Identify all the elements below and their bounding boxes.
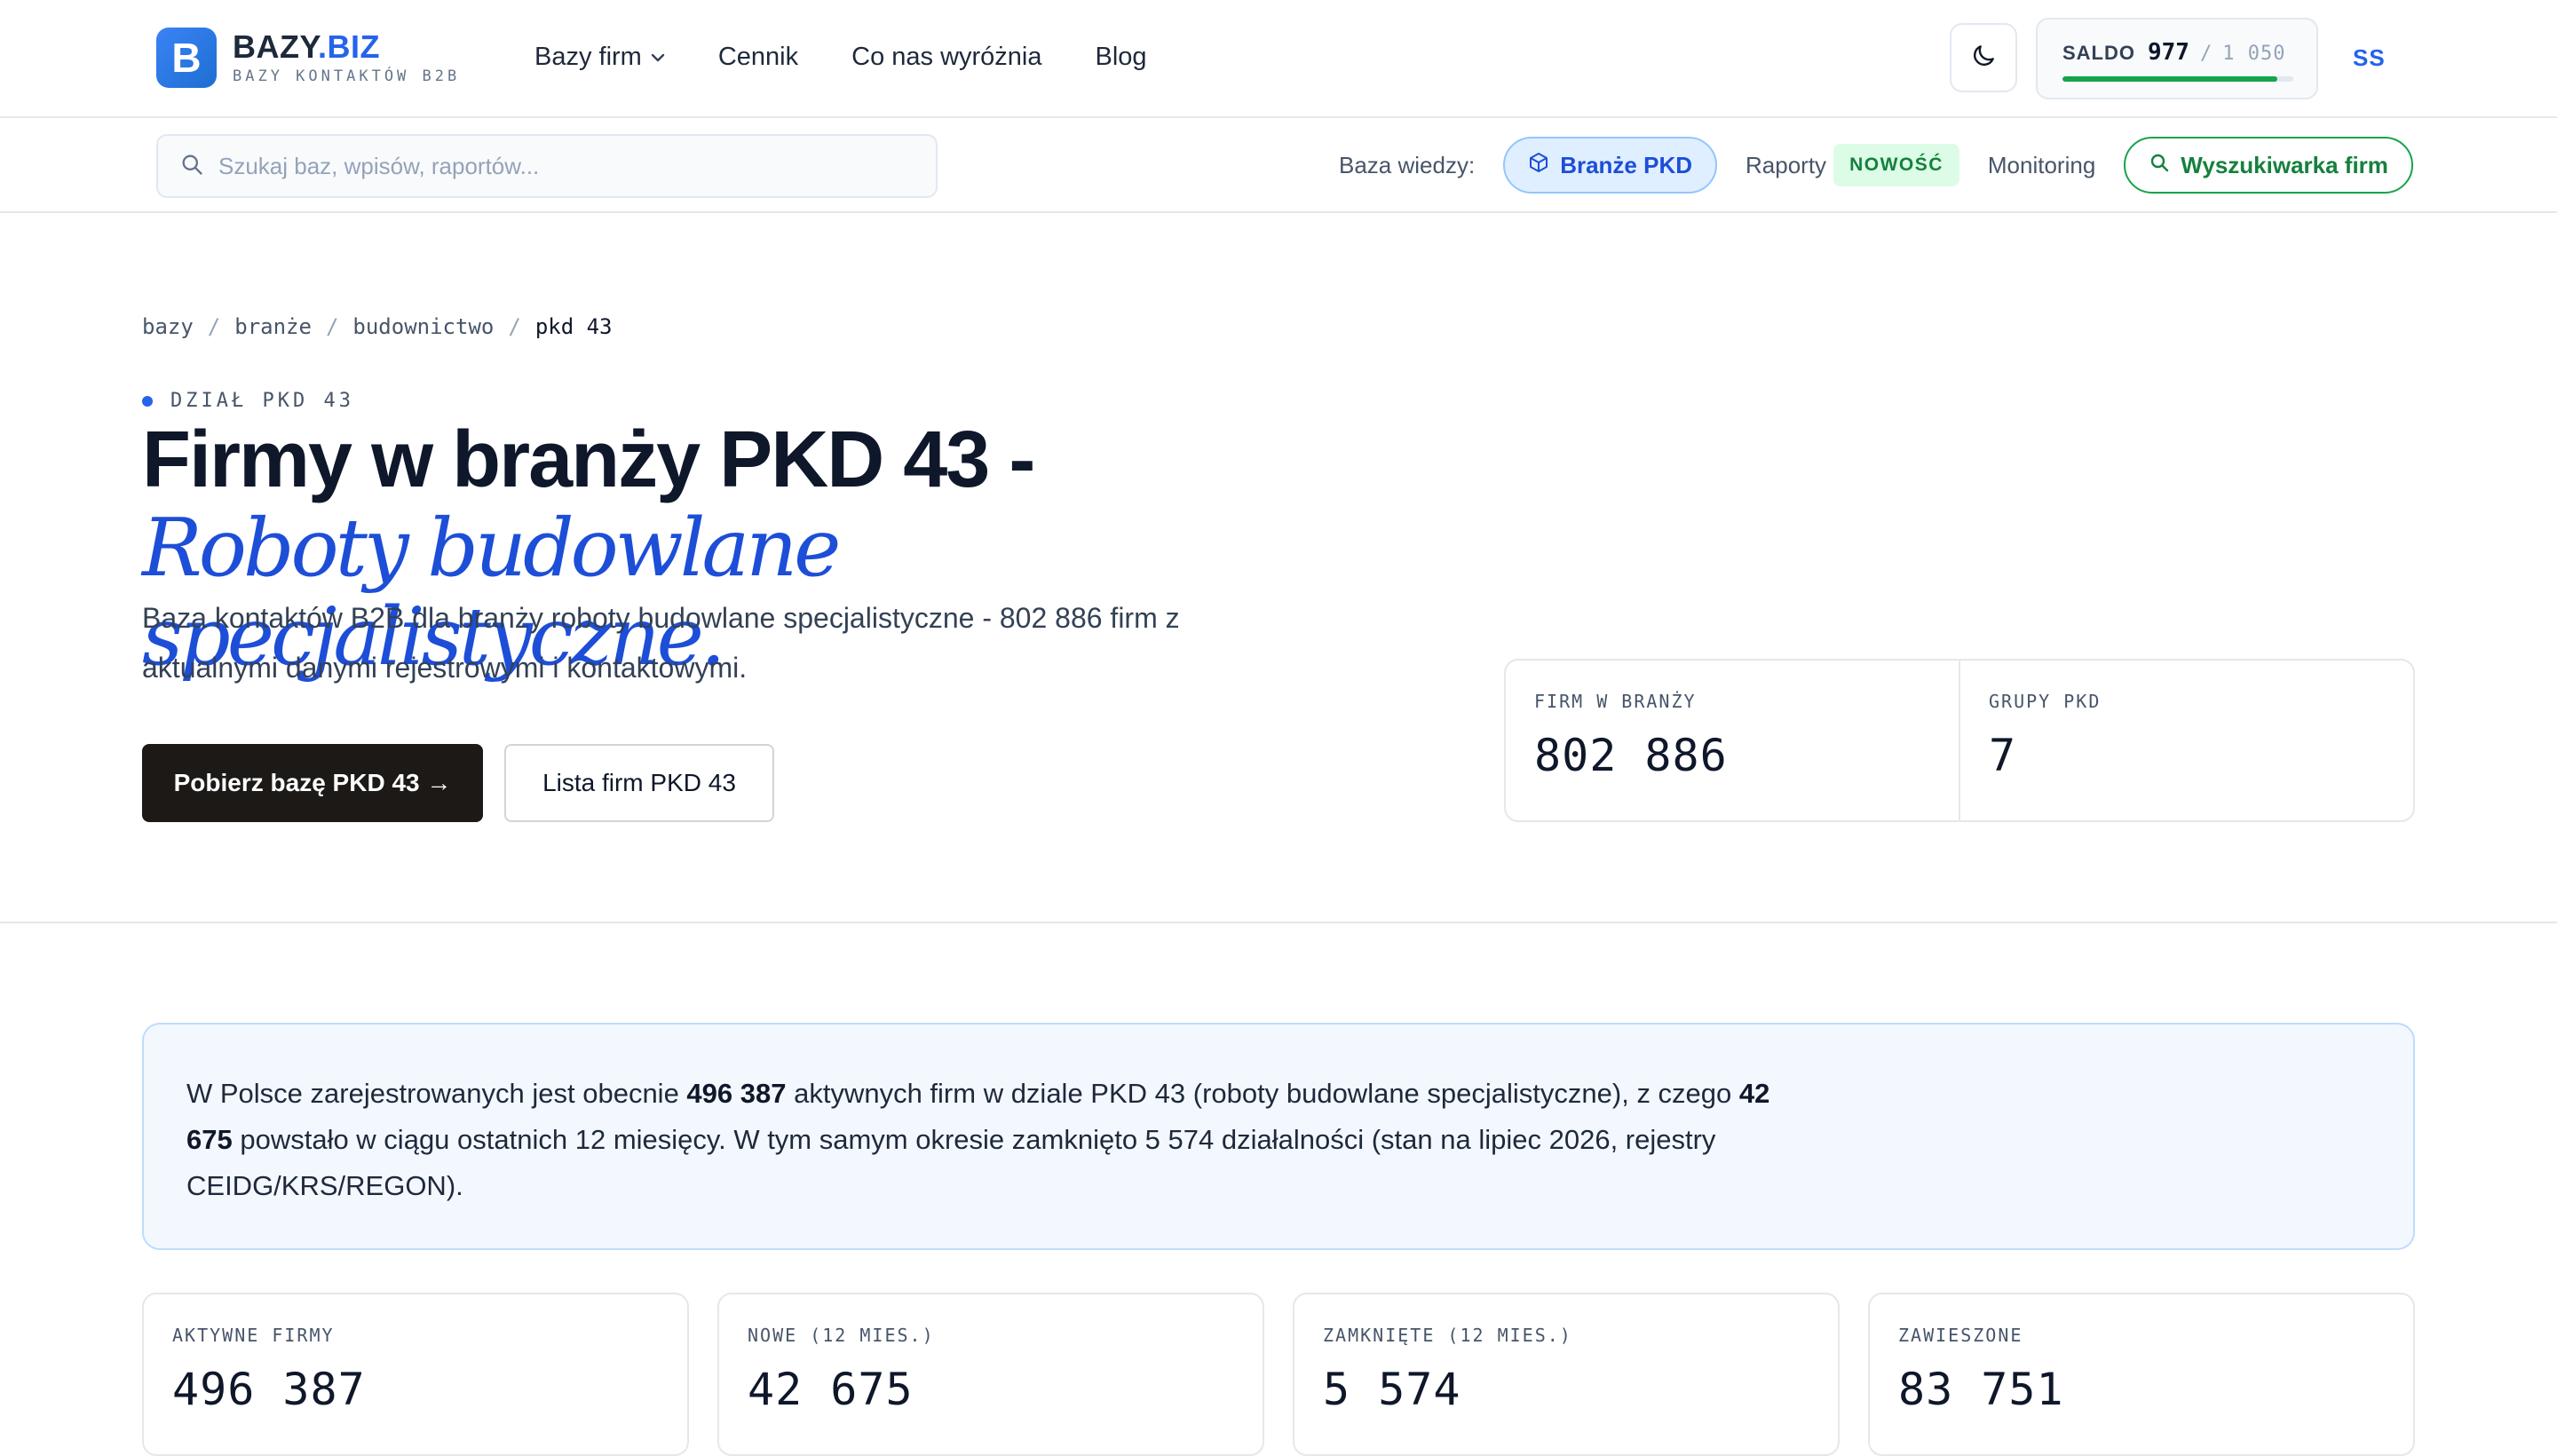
search-input[interactable] bbox=[218, 152, 911, 180]
secondary-bar: Baza wiedzy: Branże PKD Raporty NOWOŚĆ M… bbox=[0, 119, 2557, 213]
bullet-dot bbox=[142, 395, 153, 407]
chevron-down-icon bbox=[651, 47, 665, 67]
search-icon bbox=[179, 152, 204, 181]
saldo-max: 1 050 bbox=[2222, 43, 2286, 65]
hero-stats: FIRM W BRANŻY 802 886 GRUPY PKD 7 bbox=[1504, 659, 2415, 822]
card-zawieszone: ZAWIESZONE 83 751 bbox=[1868, 1293, 2415, 1456]
knowledge-base-links: Baza wiedzy: Branże PKD Raporty NOWOŚĆ M… bbox=[1339, 135, 2413, 195]
section-tag: DZIAŁ PKD 43 bbox=[142, 390, 354, 412]
branze-pkd-link[interactable]: Branże PKD bbox=[1503, 137, 1718, 194]
search-box bbox=[156, 134, 938, 198]
saldo-label: SALDO bbox=[2062, 42, 2135, 64]
stat-cards: AKTYWNE FIRMY 496 387 NOWE (12 MIES.) 42… bbox=[142, 1293, 2415, 1456]
raporty-link[interactable]: Raporty NOWOŚĆ bbox=[1746, 144, 1959, 186]
logo-tagline: BAZY KONTAKTÓW B2B bbox=[233, 67, 461, 85]
user-avatar[interactable]: SS bbox=[2353, 44, 2386, 72]
search-icon bbox=[2149, 152, 2181, 179]
kb-label: Baza wiedzy: bbox=[1339, 151, 1476, 178]
summary-info-box: W Polsce zarejestrowanych jest obecnie 4… bbox=[142, 1023, 2415, 1250]
saldo-widget[interactable]: SALDO 977 / 1 050 bbox=[2036, 18, 2318, 99]
moon-icon bbox=[1969, 42, 1998, 75]
breadcrumb-branze[interactable]: branże bbox=[234, 314, 312, 339]
nav-blog[interactable]: Blog bbox=[1096, 43, 1147, 72]
stat-firm-w-branzy: FIRM W BRANŻY 802 886 bbox=[1534, 691, 1728, 781]
main-nav: Bazy firm Cennik Co nas wyróżnia Blog bbox=[534, 43, 1200, 72]
section-divider bbox=[0, 922, 2557, 923]
nav-co-nas-wyroznia[interactable]: Co nas wyróżnia bbox=[851, 43, 1041, 72]
breadcrumb-bazy[interactable]: bazy bbox=[142, 314, 194, 339]
saldo-value: 977 bbox=[2148, 39, 2189, 66]
card-zamkniete: ZAMKNIĘTE (12 MIES.) 5 574 bbox=[1293, 1293, 1840, 1456]
new-badge: NOWOŚĆ bbox=[1833, 144, 1959, 186]
top-header: B BAZY.BIZ BAZY KONTAKTÓW B2B Bazy firm … bbox=[0, 0, 2557, 118]
breadcrumb-current: pkd 43 bbox=[534, 314, 613, 339]
card-nowe: NOWE (12 MIES.) 42 675 bbox=[717, 1293, 1264, 1456]
logo-mark: B bbox=[156, 28, 217, 88]
cube-icon bbox=[1528, 152, 1560, 179]
wyszukiwarka-firm-button[interactable]: Wyszukiwarka firm bbox=[2124, 137, 2413, 194]
breadcrumb: bazy / branże / budownictwo / pkd 43 bbox=[142, 314, 613, 339]
summary-text: W Polsce zarejestrowanych jest obecnie 4… bbox=[186, 1078, 1770, 1201]
logo-name: BAZY.BIZ bbox=[233, 28, 381, 65]
logo[interactable]: B BAZY.BIZ BAZY KONTAKTÓW B2B bbox=[156, 28, 460, 88]
stat-grupy-pkd: GRUPY PKD 7 bbox=[1959, 661, 2413, 820]
company-list-button[interactable]: Lista firm PKD 43 bbox=[504, 744, 774, 822]
theme-toggle-button[interactable] bbox=[1950, 23, 2017, 92]
nav-cennik[interactable]: Cennik bbox=[718, 43, 798, 72]
saldo-progress-fill bbox=[2062, 76, 2277, 82]
card-aktywne-firmy: AKTYWNE FIRMY 496 387 bbox=[142, 1293, 689, 1456]
nav-bazy-firm[interactable]: Bazy firm bbox=[534, 43, 665, 72]
monitoring-link[interactable]: Monitoring bbox=[1988, 152, 2095, 179]
breadcrumb-budownictwo[interactable]: budownictwo bbox=[352, 314, 494, 339]
hero-description: Baza kontaktów B2B dla branży roboty bud… bbox=[142, 602, 1180, 684]
saldo-progress-bar bbox=[2062, 76, 2293, 82]
download-database-button[interactable]: Pobierz bazę PKD 43 → bbox=[142, 744, 483, 822]
